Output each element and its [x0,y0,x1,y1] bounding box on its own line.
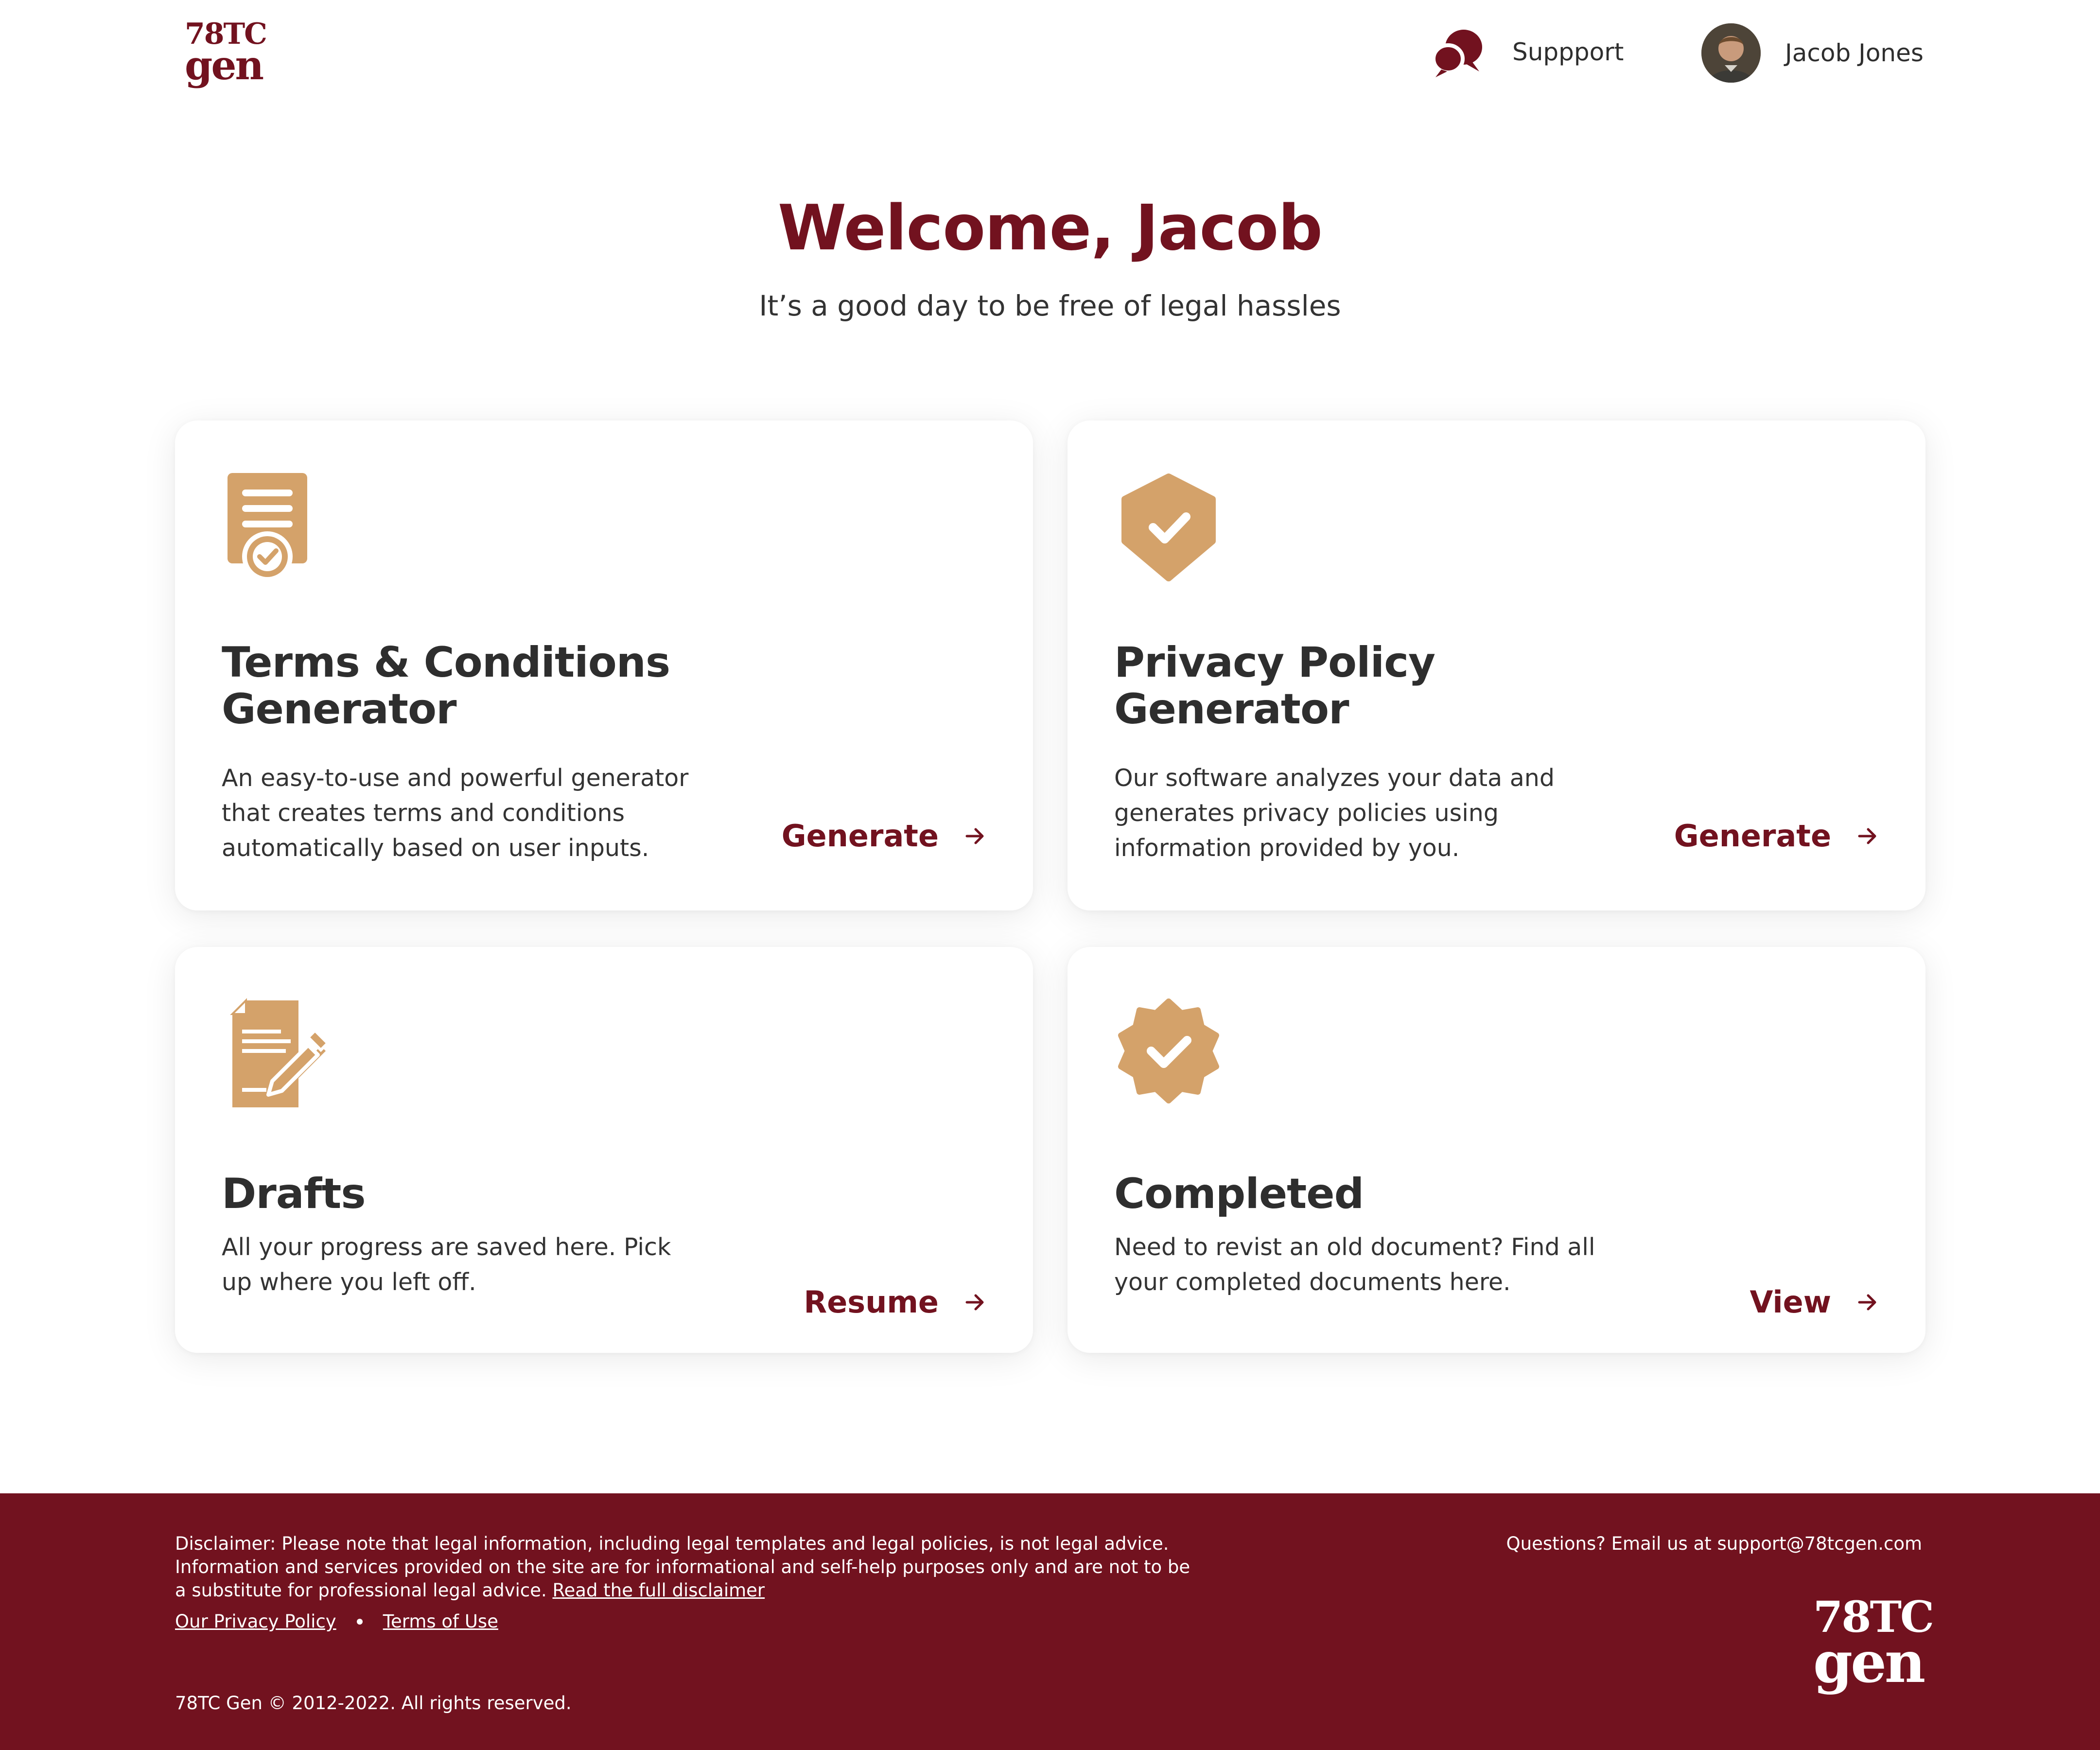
card-title: Privacy Policy Generator [1114,638,1435,734]
resume-drafts-button[interactable]: Resume [804,1284,987,1320]
footer: Disclaimer: Please note that legal infor… [0,1493,2100,1750]
page-title: Welcome, Jacob [778,192,1323,264]
brand-logo[interactable]: 78TC gen [185,19,267,89]
generate-terms-button[interactable]: Generate [782,818,986,854]
support-label: Suppport [1512,38,1624,66]
logo-line-2: gen [185,42,264,89]
view-completed-button[interactable]: View [1750,1284,1879,1320]
action-label: Generate [1674,818,1831,854]
page-subtitle: It’s a good day to be free of legal hass… [759,289,1341,322]
generate-privacy-button[interactable]: Generate [1674,818,1879,854]
terms-of-use-link[interactable]: Terms of Use [383,1611,498,1632]
card-title: Drafts [222,1170,366,1218]
read-disclaimer-link[interactable]: Read the full disclaimer [553,1580,765,1601]
card-title: Completed [1114,1170,1364,1218]
user-menu[interactable]: Jacob Jones [1701,23,1924,83]
disclaimer: Disclaimer: Please note that legal infor… [175,1532,1196,1602]
card-completed[interactable]: Completed Need to revist an old document… [1068,947,1925,1353]
card-description: All your progress are saved here. Pick u… [222,1233,671,1296]
action-label: Generate [781,818,939,854]
shield-check-icon [1110,469,1227,586]
avatar [1701,23,1761,83]
logo-line-2: gen [1813,1629,1925,1696]
card-drafts[interactable]: Drafts All your progress are saved here.… [175,947,1033,1353]
support-link[interactable]: Suppport [1432,25,1624,79]
card-description: An easy-to-use and powerful generator th… [222,764,689,862]
certificate-document-icon [218,469,334,586]
privacy-policy-link[interactable]: Our Privacy Policy [175,1611,336,1632]
contact-email: Questions? Email us at support@78tcgen.c… [1506,1533,1922,1554]
document-edit-icon [218,996,334,1112]
user-name: Jacob Jones [1785,39,1924,67]
badge-check-icon [1110,996,1227,1112]
card-title: Terms & Conditions Generator [222,638,670,734]
card-description: Need to revist an old document? Find all… [1114,1233,1595,1296]
copyright: 78TC Gen © 2012-2022. All rights reserve… [175,1693,572,1714]
action-label: Resume [804,1284,939,1320]
card-terms-conditions[interactable]: Terms & Conditions Generator An easy-to-… [175,420,1033,910]
action-label: View [1750,1284,1831,1320]
arrow-right-icon [964,825,986,847]
arrow-right-icon [1856,1291,1879,1313]
card-description: Our software analyzes your data and gene… [1114,764,1555,862]
separator-dot [356,1618,363,1625]
arrow-right-icon [964,1291,986,1313]
footer-logo[interactable]: 78TC gen [1813,1595,1934,1722]
chat-bubbles-icon [1432,25,1486,79]
card-privacy-policy[interactable]: Privacy Policy Generator Our software an… [1068,420,1925,910]
legal-links: Our Privacy Policy Terms of Use [175,1611,498,1632]
arrow-right-icon [1856,825,1879,847]
